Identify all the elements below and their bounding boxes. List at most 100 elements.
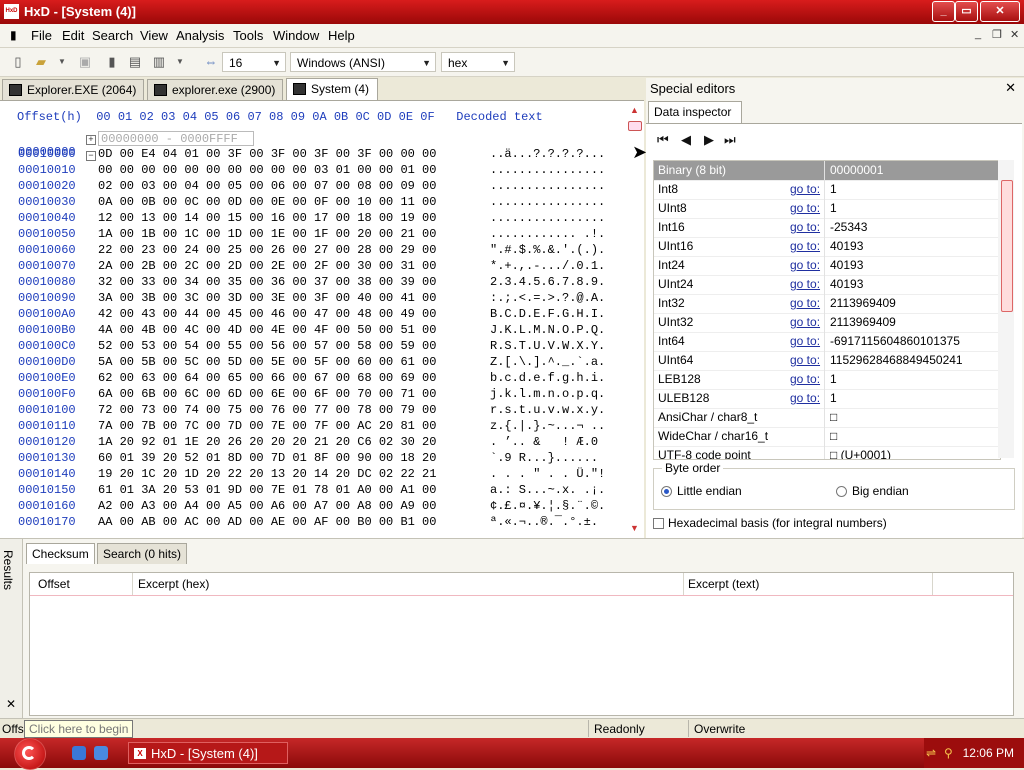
row-hex-bytes[interactable]: 0D 00 E4 04 01 00 3F 00 3F 00 3F 00 3F 0… [98, 147, 436, 161]
menu-search[interactable]: Search [92, 28, 133, 43]
row-decoded-text[interactable]: R.S.T.U.V.W.X.Y. [490, 339, 605, 353]
tab-checksum[interactable]: Checksum [26, 543, 95, 564]
close-file-icon[interactable]: ▮ [104, 54, 120, 70]
inspector-row[interactable]: Int32 go to: 2113969409 [654, 294, 1000, 314]
collapsed-range-label[interactable]: 00000000 - 0000FFFF [98, 131, 254, 146]
start-button[interactable] [14, 738, 46, 770]
tab-search[interactable]: Search (0 hits) [97, 543, 188, 564]
menu-file[interactable]: File [31, 28, 52, 43]
save-icon[interactable]: ▣ [77, 54, 93, 70]
bytes-per-row-select[interactable]: 16 ▼ [222, 52, 286, 72]
row-hex-bytes[interactable]: 19 20 1C 20 1D 20 22 20 13 20 14 20 DC 0… [98, 467, 436, 481]
next-icon[interactable]: ▶ [704, 132, 714, 148]
inspector-value[interactable]: 2113969409 [830, 296, 896, 310]
row-decoded-text[interactable]: ª.«.¬.­.®.¯.°.±. [490, 515, 598, 529]
tab-explorer-exe-2064[interactable]: Explorer.EXE (2064) [2, 79, 144, 100]
inspector-value[interactable]: 40193 [830, 239, 863, 253]
inspector-value[interactable]: 1 [830, 201, 837, 215]
row-hex-bytes[interactable]: 72 00 73 00 74 00 75 00 76 00 77 00 78 0… [98, 403, 436, 417]
row-hex-bytes[interactable]: 2A 00 2B 00 2C 00 2D 00 2E 00 2F 00 30 0… [98, 259, 436, 273]
row-hex-bytes[interactable]: 62 00 63 00 64 00 65 00 66 00 67 00 68 0… [98, 371, 436, 385]
hex-vertical-scrollbar[interactable]: ▲ ▼ [626, 103, 643, 535]
row-hex-bytes[interactable]: 32 00 33 00 34 00 35 00 36 00 37 00 38 0… [98, 275, 436, 289]
row-hex-bytes[interactable]: 6A 00 6B 00 6C 00 6D 00 6E 00 6F 00 70 0… [98, 387, 436, 401]
row-decoded-text[interactable]: a.: S...~.x. .¡. [490, 483, 605, 497]
row-decoded-text[interactable]: ................ [490, 195, 605, 209]
inspector-row[interactable]: UInt64 go to: 11529628468849450241 [654, 351, 1000, 371]
new-file-icon[interactable]: ▯ [10, 54, 26, 70]
row-decoded-text[interactable]: ................ [490, 179, 605, 193]
column-excerpt-text[interactable]: Excerpt (text) [688, 577, 759, 591]
network-icon[interactable]: ⇌ [926, 746, 936, 760]
first-icon[interactable]: ⏮ [657, 132, 669, 148]
collapse-icon[interactable]: − [86, 151, 96, 161]
goto-link[interactable]: go to: [790, 391, 820, 405]
export-icon[interactable]: ▥ [151, 54, 167, 70]
mdi-close-icon[interactable]: ✕ [1010, 28, 1019, 41]
open-folder-icon[interactable]: ▰ [33, 54, 49, 70]
row-hex-bytes[interactable]: 3A 00 3B 00 3C 00 3D 00 3E 00 3F 00 40 0… [98, 291, 436, 305]
big-endian-label[interactable]: Big endian [852, 484, 909, 498]
inspector-value[interactable]: 1 [830, 391, 837, 405]
print-icon[interactable]: ▤ [127, 54, 143, 70]
inspector-value[interactable]: □ (U+0001) [830, 448, 891, 459]
inspector-row[interactable]: Int64 go to: -6917115604860101375 [654, 332, 1000, 352]
row-hex-bytes[interactable]: 0A 00 0B 00 0C 00 0D 00 0E 00 0F 00 10 0… [98, 195, 436, 209]
column-excerpt-hex[interactable]: Excerpt (hex) [138, 577, 209, 591]
row-hex-bytes[interactable]: 1A 20 92 01 1E 20 26 20 20 20 21 20 C6 0… [98, 435, 436, 449]
search-icon[interactable]: ⚲ [944, 746, 953, 760]
minimize-button[interactable]: _ [932, 1, 955, 22]
row-decoded-text[interactable]: j.k.l.m.n.o.p.q. [490, 387, 605, 401]
row-decoded-text[interactable]: ..ä...?.?.?.?... [490, 147, 605, 161]
row-decoded-text[interactable]: `.9 R...}...... [490, 451, 605, 465]
inspector-value[interactable]: 00000001 [830, 163, 883, 177]
inspector-value[interactable]: 11529628468849450241 [830, 353, 963, 367]
inspector-row[interactable]: Binary (8 bit) 00000001 [654, 161, 1000, 181]
inspector-value[interactable]: 40193 [830, 258, 863, 272]
expand-icon[interactable]: + [86, 135, 96, 145]
last-icon[interactable]: ⏭ [724, 132, 736, 148]
row-hex-bytes[interactable]: 42 00 43 00 44 00 45 00 46 00 47 00 48 0… [98, 307, 436, 321]
title-bar[interactable]: HxD HxD - [System (4)] _ ▭ ✕ [0, 0, 1024, 24]
previous-icon[interactable]: ◀ [681, 132, 691, 148]
row-hex-bytes[interactable]: 5A 00 5B 00 5C 00 5D 00 5E 00 5F 00 60 0… [98, 355, 436, 369]
inspector-value[interactable]: 2113969409 [830, 315, 896, 329]
row-decoded-text[interactable]: ................ [490, 211, 605, 225]
row-hex-bytes[interactable]: 12 00 13 00 14 00 15 00 16 00 17 00 18 0… [98, 211, 436, 225]
inspector-row[interactable]: LEB128 go to: 1 [654, 370, 1000, 390]
row-hex-bytes[interactable]: A2 00 A3 00 A4 00 A5 00 A6 00 A7 00 A8 0… [98, 499, 436, 513]
hex-basis-label[interactable]: Hexadecimal basis (for integral numbers) [668, 516, 887, 530]
inspector-value[interactable]: 1 [830, 372, 837, 386]
row-decoded-text[interactable]: z.{.|.}.~...¬ .. [490, 419, 605, 433]
menu-help[interactable]: Help [328, 28, 355, 43]
row-decoded-text[interactable]: ............ .!. [490, 227, 605, 241]
little-endian-label[interactable]: Little endian [677, 484, 742, 498]
inspector-row[interactable]: UInt8 go to: 1 [654, 199, 1000, 219]
menu-analysis[interactable]: Analysis [176, 28, 224, 43]
menu-tools[interactable]: Tools [233, 28, 263, 43]
row-decoded-text[interactable]: :.;.<.=.>.?.@.A. [490, 291, 605, 305]
close-icon[interactable]: ✕ [1005, 80, 1016, 96]
scroll-up-icon[interactable]: ▲ [630, 105, 639, 115]
row-hex-bytes[interactable]: 00 00 00 00 00 00 00 00 00 00 03 01 00 0… [98, 163, 436, 177]
status-overwrite[interactable]: Overwrite [694, 722, 745, 736]
open-dropdown-icon[interactable]: ▼ [54, 54, 70, 70]
status-readonly[interactable]: Readonly [594, 722, 645, 736]
goto-link[interactable]: go to: [790, 334, 820, 348]
goto-link[interactable]: go to: [790, 315, 820, 329]
scroll-down-icon[interactable]: ▼ [630, 523, 639, 533]
close-icon[interactable]: ✕ [6, 697, 16, 711]
goto-link[interactable]: go to: [790, 239, 820, 253]
inspector-row[interactable]: UInt32 go to: 2113969409 [654, 313, 1000, 333]
offset-base-select[interactable]: hex ▼ [441, 52, 515, 72]
internet-explorer-icon[interactable] [72, 746, 86, 760]
goto-link[interactable]: go to: [790, 353, 820, 367]
scroll-thumb[interactable] [628, 121, 642, 131]
goto-link[interactable]: go to: [790, 277, 820, 291]
inspector-value[interactable]: -25343 [830, 220, 867, 234]
goto-link[interactable]: go to: [790, 296, 820, 310]
row-hex-bytes[interactable]: AA 00 AB 00 AC 00 AD 00 AE 00 AF 00 B0 0… [98, 515, 436, 529]
row-hex-bytes[interactable]: 52 00 53 00 54 00 55 00 56 00 57 00 58 0… [98, 339, 436, 353]
row-decoded-text[interactable]: *.+.,.-.../.0.1. [490, 259, 605, 273]
little-endian-radio[interactable] [661, 486, 672, 497]
